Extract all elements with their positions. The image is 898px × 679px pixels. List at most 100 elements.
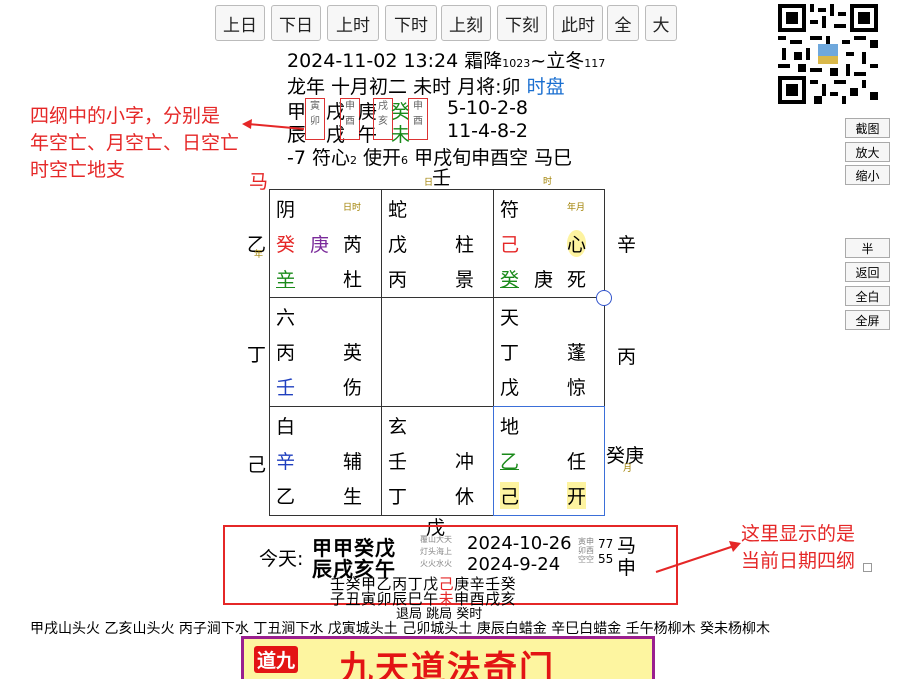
palace-kun-god: 符 xyxy=(500,199,520,221)
term1-num: 1023 xyxy=(502,57,531,70)
palace-xun-star: 芮 xyxy=(343,234,363,256)
shi-label: 时 xyxy=(543,177,553,187)
palace-dui-di-gan: 戊 xyxy=(500,377,520,399)
right-annotation-line1: 这里显示的是 xyxy=(741,523,856,545)
all-white-button[interactable]: 全白 xyxy=(845,286,890,306)
current-time-button[interactable]: 此时 xyxy=(553,5,603,41)
pan-type-link[interactable]: 时盘 xyxy=(527,76,565,98)
palace-center[interactable] xyxy=(381,297,494,407)
ma-label: 马 xyxy=(249,171,269,193)
datetime-line: 2024-11-02 13:24 霜降1023~立冬117 xyxy=(287,46,605,73)
large-button[interactable]: 大 xyxy=(645,5,677,41)
today-side2: 申 xyxy=(617,557,637,579)
full-button[interactable]: 全 xyxy=(607,5,639,41)
right-arrow xyxy=(655,541,741,573)
pillar-row4-nums: 11-4-8-2 xyxy=(447,120,529,142)
hour-kong-box: 申 酉 xyxy=(408,98,428,140)
term2-num: 117 xyxy=(584,57,606,70)
month-kong-bottom: 酉 xyxy=(345,116,355,127)
resize-handle[interactable] xyxy=(863,563,872,572)
palace-qian-di-gan: 己 xyxy=(500,482,520,509)
lunar-line: 龙年 十月初二 未时 月将:卯 时盘 xyxy=(287,72,565,99)
prev-hour-button[interactable]: 上时 xyxy=(327,5,379,41)
zhi-fu: -7 符心 xyxy=(287,147,350,169)
palace-kan[interactable]: 玄 壬 冲 丁 休 xyxy=(381,406,494,516)
palace-kan-door: 休 xyxy=(455,486,475,508)
zoom-out-button[interactable]: 缩小 xyxy=(845,165,890,185)
palace-qian-star: 任 xyxy=(567,451,587,473)
month-kong-box: 申 酉 xyxy=(340,98,360,140)
back-button[interactable]: 返回 xyxy=(845,262,890,282)
next-hour-button[interactable]: 下时 xyxy=(385,5,437,41)
hour-kong-bottom: 酉 xyxy=(413,116,423,127)
today-date1: 2024-10-26 xyxy=(467,533,572,554)
palace-kun-star: 心 xyxy=(567,230,587,257)
branch-char: 丑 xyxy=(345,590,362,608)
palace-xun-di-gan: 辛 xyxy=(276,269,296,291)
left-annotation-line1: 四纲中的小字，分别是 xyxy=(30,105,221,127)
nayin-line: 甲戌山头火 乙亥山头火 丙子涧下水 丁丑涧下水 戊寅城头土 己卯城头土 庚辰白蜡… xyxy=(30,621,771,637)
qr-code xyxy=(778,4,878,104)
banner[interactable]: 道九 九天道法奇门 xyxy=(241,636,655,679)
today-nayin-1: 覆山大天 xyxy=(420,535,452,544)
term1: 霜降 xyxy=(464,50,503,72)
palace-li[interactable]: 蛇 戊 柱 丙 景 xyxy=(381,189,494,298)
branch-char: 亥 xyxy=(500,590,517,608)
palace-zhen[interactable]: 六 丙 英 壬 伤 xyxy=(269,297,382,407)
palace-gen-star: 辅 xyxy=(343,451,363,473)
right-annotation: 这里显示的是 当前日期四纲 xyxy=(741,521,855,575)
fullscreen-button[interactable]: 全屏 xyxy=(845,310,890,330)
day-kong-top: 戌 xyxy=(378,101,388,112)
screenshot-button[interactable]: 截图 xyxy=(845,118,890,138)
prev-day-button[interactable]: 上日 xyxy=(215,5,265,41)
year-kong-bottom: 卯 xyxy=(310,116,320,127)
zhi-fu-num: 2 xyxy=(349,154,357,167)
palace-gen-door: 生 xyxy=(343,486,363,508)
palace-kun-tag: 年月 xyxy=(567,203,586,213)
day-kong-box: 戌 亥 xyxy=(373,98,393,140)
palace-zhen-di-gan: 壬 xyxy=(276,377,296,399)
left-arrow xyxy=(242,119,305,130)
today-label: 今天: xyxy=(259,548,304,570)
next-day-button[interactable]: 下日 xyxy=(271,5,321,41)
left-annotation-line2: 年空亡、月空亡、日空亡 xyxy=(30,132,240,154)
tilde: ~ xyxy=(530,50,547,72)
palace-dui-door: 惊 xyxy=(567,377,587,399)
palace-kan-star: 冲 xyxy=(455,451,475,473)
today-nayin-3: 火火水火 xyxy=(420,559,452,568)
prev-quarter-button[interactable]: 上刻 xyxy=(441,5,491,41)
branch-char: 子 xyxy=(330,590,346,608)
palace-qian[interactable]: 地 乙 任 己 开 xyxy=(493,406,605,516)
palace-li-tian-gan: 戊 xyxy=(388,234,408,256)
outer-left-1-sub: 年 xyxy=(254,250,264,260)
palace-qian-tian-gan: 乙 xyxy=(500,451,520,473)
term2: 立冬 xyxy=(546,50,585,72)
palace-li-door: 景 xyxy=(455,269,475,291)
top-ren: 壬 xyxy=(432,167,452,189)
left-annotation: 四纲中的小字，分别是 年空亡、月空亡、日空亡 时空亡地支 xyxy=(30,103,239,184)
half-button[interactable]: 半 xyxy=(845,238,890,258)
zoom-in-button[interactable]: 放大 xyxy=(845,142,890,162)
pillar-row3-nums: 5-10-2-8 xyxy=(447,97,529,119)
palace-kun-tian-gan: 己 xyxy=(500,234,520,256)
today-kong1-c: 空空 xyxy=(578,555,594,564)
ma-circle-marker xyxy=(596,290,612,306)
palace-xun-tian-gan: 癸 xyxy=(276,234,296,256)
palace-xun[interactable]: 阴 日时 癸 庚 芮 辛 杜 xyxy=(269,189,382,298)
branch-char: 卯 xyxy=(376,590,393,608)
zhi-shi-num: 6 xyxy=(401,154,409,167)
hour-kong-top: 申 xyxy=(413,101,423,112)
palace-qian-door: 开 xyxy=(567,482,587,509)
palace-xun-door: 杜 xyxy=(343,269,363,291)
palace-kun-di-gan: 癸 xyxy=(500,269,520,291)
month-kong-top: 申 xyxy=(345,101,355,112)
banner-badge: 道九 xyxy=(254,646,299,673)
datetime: 2024-11-02 13:24 xyxy=(287,50,459,72)
palace-dui[interactable]: 天 丁 蓬 戊 惊 xyxy=(493,297,605,407)
palace-kun[interactable]: 符 年月 己 心 癸 庚 死 xyxy=(493,189,605,298)
outer-left-3: 己 xyxy=(247,454,267,476)
palace-kan-tian-gan: 壬 xyxy=(388,451,408,473)
next-quarter-button[interactable]: 下刻 xyxy=(497,5,547,41)
palace-gen[interactable]: 白 辛 辅 乙 生 xyxy=(269,406,382,516)
today-kong1: 寅申 卯酉 空空 xyxy=(578,537,594,564)
